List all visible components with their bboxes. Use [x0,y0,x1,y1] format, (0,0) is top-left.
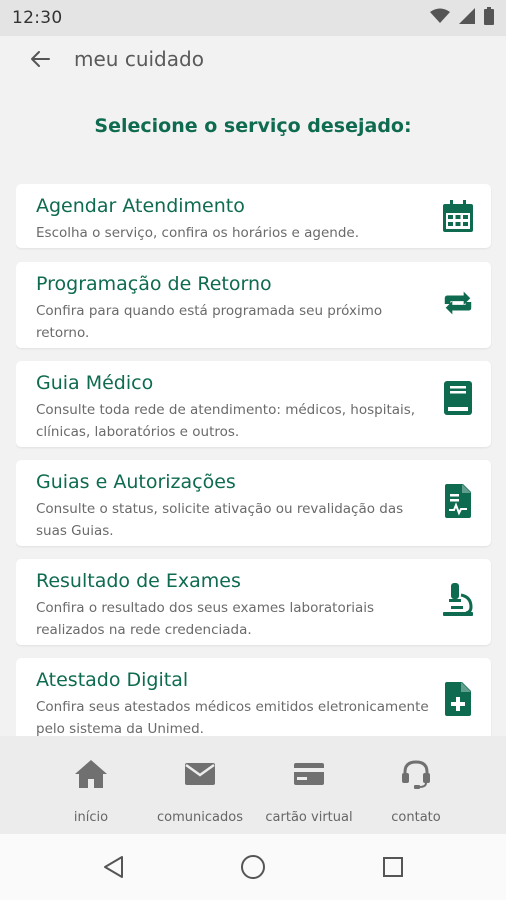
nav-label: cartão virtual [265,810,353,825]
battery-icon [484,7,494,29]
nav-label: comunicados [157,810,243,825]
recents-square-icon[interactable] [375,849,411,885]
service-description: Escolha o serviço, confira os horários e… [36,225,359,241]
back-arrow-icon[interactable] [28,47,52,71]
credit-card-icon [294,758,324,790]
section-heading: Selecione o serviço desejado: [94,115,412,137]
service-description: Confira seus atestados médicos emitidos … [36,699,429,736]
nav-inicio[interactable]: início [41,736,141,834]
book-icon [441,381,475,415]
repeat-icon [441,286,475,320]
app-bar: meu cuidado [0,36,506,82]
service-card-resultado-exames[interactable]: Resultado de Exames Confira o resultado … [16,559,491,645]
service-card-agendar[interactable]: Agendar Atendimento Escolha o serviço, c… [16,184,491,248]
status-icons [430,7,494,29]
service-title: Resultado de Exames [36,570,241,592]
service-card-guia-medico[interactable]: Guia Médico Consulte toda rede de atendi… [16,361,491,447]
nav-contato[interactable]: contato [366,736,466,834]
service-title: Agendar Atendimento [36,195,245,217]
home-icon [75,758,107,790]
medical-document-icon [441,484,475,518]
bottom-navigation: início comunicados cartão virtual contat… [0,736,506,834]
service-description: Consulte o status, solicite ativação ou … [36,501,404,539]
service-title: Guia Médico [36,372,154,394]
service-card-programacao[interactable]: Programação de Retorno Confira para quan… [16,262,491,348]
headset-icon [401,758,431,790]
nav-comunicados[interactable]: comunicados [148,736,252,834]
service-card-atestado-digital[interactable]: Atestado Digital Confira seus atestados … [16,658,491,736]
signal-icon [459,8,475,28]
service-title: Programação de Retorno [36,273,272,295]
microscope-icon [441,583,475,617]
back-triangle-icon[interactable] [95,849,131,885]
services-list: Agendar Atendimento Escolha o serviço, c… [16,184,492,736]
status-time: 12:30 [12,8,63,28]
service-card-guias-autorizacoes[interactable]: Guias e Autorizações Consulte o status, … [16,460,491,546]
service-title: Atestado Digital [36,669,189,691]
calendar-icon [441,199,475,233]
nav-label: contato [391,810,441,825]
home-circle-icon[interactable] [235,849,271,885]
service-title: Guias e Autorizações [36,471,236,493]
service-description: Confira para quando está programada seu … [36,303,383,341]
nav-label: início [73,810,109,825]
page-title: meu cuidado [74,47,204,71]
mail-icon [185,758,215,790]
service-description: Confira o resultado dos seus exames labo… [36,600,375,638]
nav-cartao-virtual[interactable]: cartão virtual [259,736,359,834]
service-description: Consulte toda rede de atendimento: médic… [36,402,416,440]
status-bar: 12:30 [0,0,506,36]
file-plus-icon [441,682,475,716]
wifi-icon [430,8,450,28]
system-navigation-bar [0,834,506,900]
